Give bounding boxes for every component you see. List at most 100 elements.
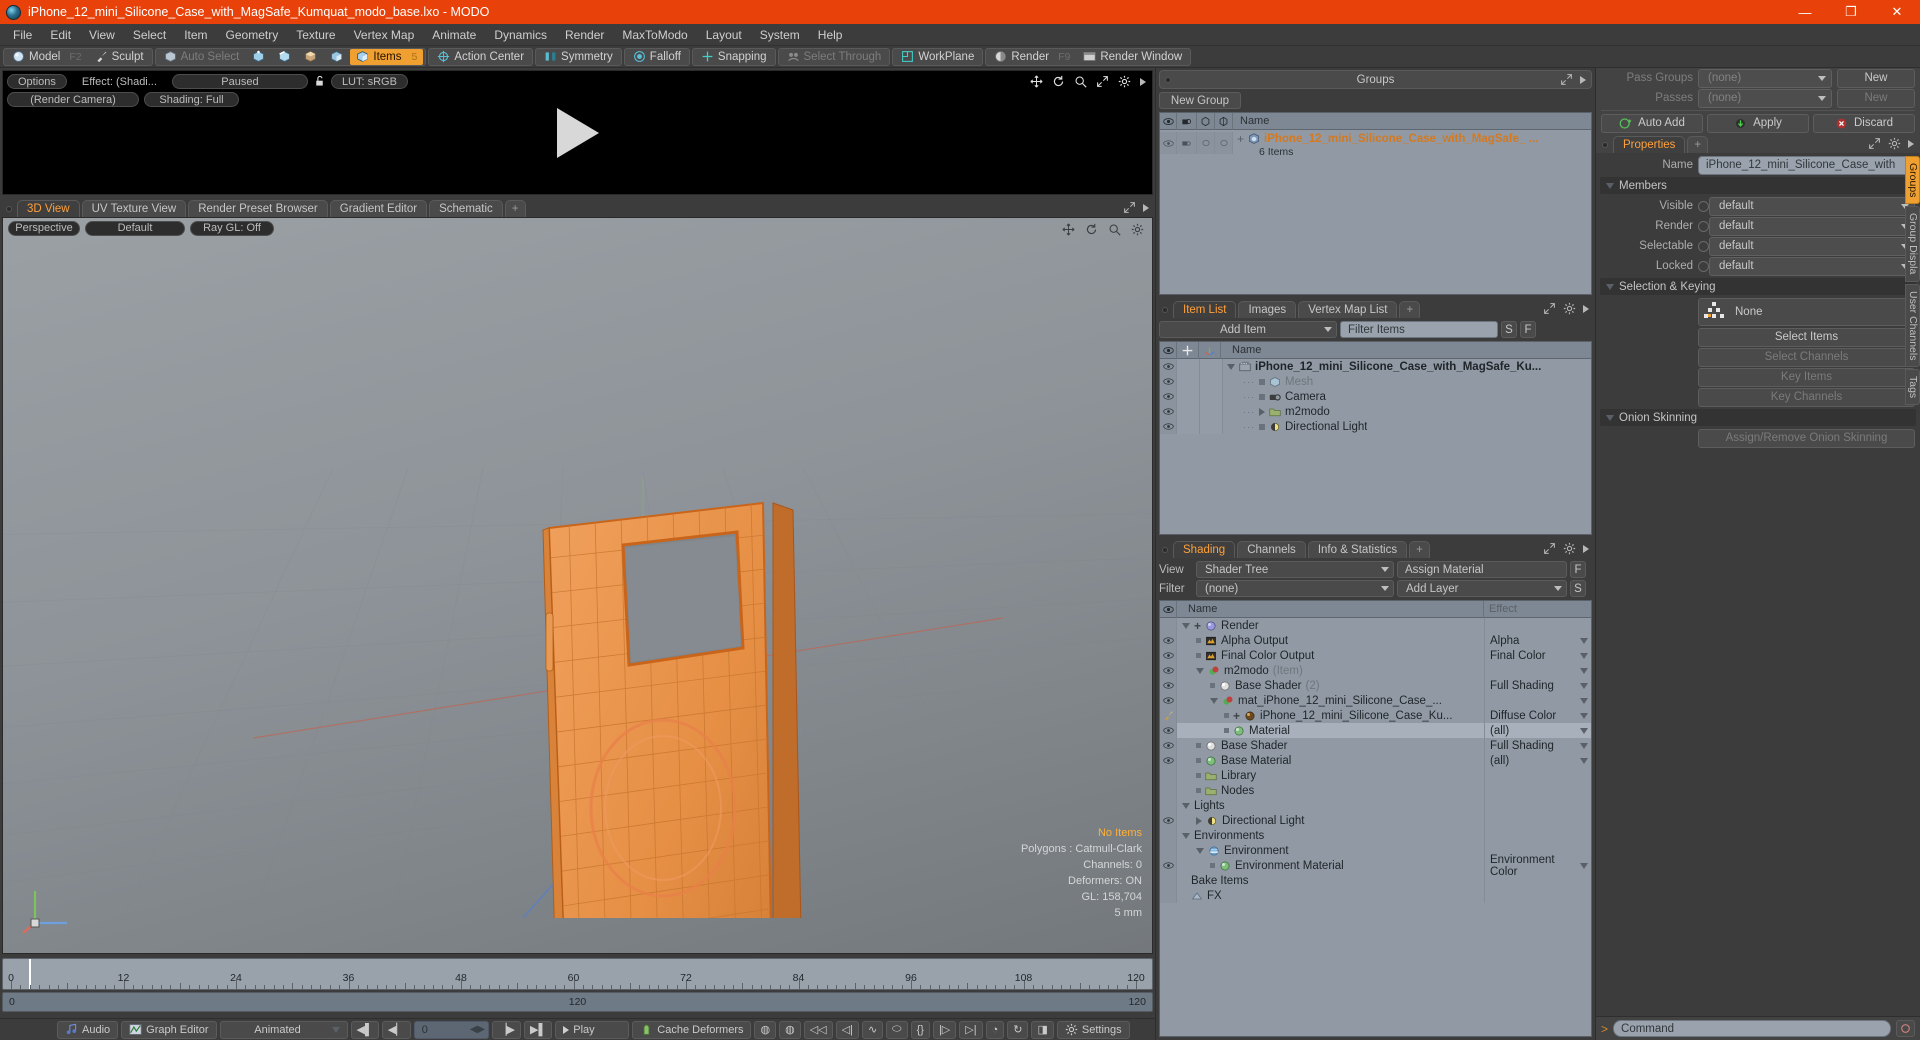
row-visibility-toggle[interactable] [1160, 783, 1177, 798]
passes-dropdown[interactable]: (none) [1698, 88, 1832, 108]
tab-images[interactable]: Images [1238, 301, 1297, 318]
toolbar-button-model[interactable]: Model F2 [6, 49, 88, 65]
menu-item-vertex-map[interactable]: Vertex Map [345, 26, 424, 44]
apply-button[interactable]: Apply [1707, 113, 1809, 133]
add-layer-dropdown[interactable]: Add Layer [1397, 580, 1567, 597]
select-items-button[interactable]: Select Items [1698, 327, 1915, 347]
row-transform-cell[interactable] [1177, 389, 1200, 404]
gear-icon[interactable] [1118, 75, 1131, 88]
tab-schematic[interactable]: Schematic [429, 200, 503, 217]
select-icon[interactable] [1215, 112, 1233, 130]
vertical-tab-user-channels[interactable]: User Channels [1905, 283, 1920, 368]
member-dropdown[interactable]: default [1709, 216, 1915, 236]
eye-icon[interactable] [1160, 341, 1177, 359]
shader-layer-name[interactable]: iPhone_12_mini_Silicone_Case_Ku... [1260, 710, 1452, 722]
row-visibility-toggle[interactable] [1160, 633, 1177, 648]
expand-plus-icon[interactable]: + [1233, 709, 1240, 723]
row-lock-toggle[interactable] [1197, 132, 1215, 154]
go-to-start-button[interactable]: ◀▌ [350, 1020, 379, 1039]
shader-tree-row[interactable]: Base Shader (2) Full Shading [1160, 678, 1591, 693]
member-override-toggle[interactable] [1698, 240, 1709, 252]
shader-tree-row[interactable]: + iPhone_12_mini_Silicone_Case_Ku... Diffu… [1160, 708, 1591, 723]
chevron-down-icon[interactable] [1210, 697, 1218, 704]
tab-channels[interactable]: Channels [1237, 541, 1306, 558]
shader-tree-row[interactable]: Nodes [1160, 783, 1591, 798]
item-list-row[interactable]: ··· Directional Light [1160, 419, 1591, 434]
vertical-tab-group-displa[interactable]: Group Displa [1905, 206, 1920, 282]
row-select-toggle[interactable] [1215, 132, 1233, 154]
row-visibility-toggle[interactable] [1160, 798, 1177, 813]
tab-render-preset-browser[interactable]: Render Preset Browser [188, 200, 328, 217]
shader-layer-name[interactable]: FX [1207, 890, 1222, 902]
groups-list[interactable]: Name + iPhone_12_mini_Silicone_Case_with… [1159, 112, 1592, 295]
row-visibility-toggle[interactable] [1160, 843, 1177, 858]
fit-icon[interactable] [1123, 201, 1136, 214]
panel-handle-icon[interactable] [1162, 307, 1168, 313]
shader-effect-cell[interactable] [1484, 693, 1591, 708]
row-visibility-toggle[interactable] [1160, 888, 1177, 903]
tab-gradient-editor[interactable]: Gradient Editor [329, 200, 428, 217]
chevron-down-icon[interactable] [1580, 682, 1588, 689]
new-group-button[interactable]: New Group [1159, 92, 1241, 109]
prev-frame-button[interactable]: ◀▏ [381, 1020, 411, 1039]
command-record-button[interactable] [1896, 1020, 1915, 1037]
row-axis-cell[interactable] [1200, 374, 1223, 389]
menu-item-layout[interactable]: Layout [697, 26, 751, 44]
row-visibility-toggle[interactable] [1160, 359, 1177, 374]
item-name[interactable]: iPhone_12_mini_Silicone_Case_with_MagSaf… [1255, 361, 1541, 373]
chevron-down-icon[interactable] [1580, 862, 1588, 869]
row-visibility-toggle[interactable] [1160, 419, 1177, 434]
toolbar-button-falloff[interactable]: Falloff [627, 49, 687, 65]
fit-icon[interactable] [1543, 542, 1556, 555]
toolbar-button-items[interactable]: Items 5 [350, 48, 424, 65]
frame-stepper-arrows[interactable]: ◀▶ [467, 1024, 488, 1035]
shader-view-dropdown[interactable]: Shader Tree [1196, 561, 1394, 578]
shader-layer-name[interactable]: Material [1249, 725, 1290, 737]
row-transform-cell[interactable] [1177, 359, 1200, 374]
prev-key-button[interactable]: ◁◁ [803, 1020, 833, 1039]
viewport-3d[interactable]: Perspective Default Ray GL: Off No Items… [2, 217, 1153, 954]
row-visibility-toggle[interactable] [1160, 813, 1177, 828]
toolbar-button-symmetry[interactable]: Symmetry [538, 49, 619, 65]
row-visibility-toggle[interactable] [1160, 828, 1177, 843]
command-input[interactable]: Command [1613, 1020, 1891, 1037]
shader-layer-name[interactable]: Bake Items [1191, 875, 1249, 887]
shader-tree-row[interactable]: Base Material (all) [1160, 753, 1591, 768]
chevron-right-icon[interactable] [1580, 75, 1586, 84]
chevron-down-icon[interactable] [1580, 757, 1588, 764]
assign-material-button[interactable]: Assign Material [1397, 561, 1567, 578]
render-paused-button[interactable]: Paused [171, 74, 308, 89]
group-name-input[interactable]: iPhone_12_mini_Silicone_Case_with [1698, 155, 1915, 175]
shader-layer-name[interactable]: Lights [1194, 800, 1225, 812]
toolbar-button-render[interactable]: Render F9 [988, 49, 1076, 65]
row-visibility-toggle[interactable] [1160, 738, 1177, 753]
shader-layer-name[interactable]: Alpha Output [1221, 635, 1288, 647]
maximize-button[interactable]: ❐ [1828, 0, 1874, 24]
toolbar-button-material-mode[interactable] [324, 49, 349, 65]
key-a-button[interactable]: ◔ [985, 1020, 1005, 1039]
chevron-down-icon[interactable] [1196, 847, 1204, 854]
shader-layer-name[interactable]: mat_iPhone_12_mini_Silicone_Case_... [1238, 695, 1442, 707]
viewport-style-button[interactable]: Default [85, 220, 185, 236]
key-lock-button[interactable]: ◨ [1031, 1020, 1054, 1039]
viewport-raygl-button[interactable]: Ray GL: Off [190, 220, 274, 236]
chevron-right-icon[interactable] [1196, 816, 1202, 825]
zoom-icon[interactable] [1074, 75, 1087, 88]
row-eye-toggle[interactable] [1160, 132, 1177, 154]
chevron-right-icon[interactable] [1908, 139, 1914, 148]
shader-layer-name[interactable]: Base Shader [1221, 740, 1288, 752]
play-triangle-icon[interactable] [556, 107, 599, 158]
key-ellipse-button[interactable]: ⬭ [886, 1020, 908, 1039]
refresh-icon[interactable] [1052, 75, 1065, 88]
chevron-down-icon[interactable] [1182, 832, 1190, 839]
toolbar-button-auto-select[interactable]: Auto Select [158, 49, 246, 65]
audio-button[interactable]: Audio [57, 1020, 119, 1039]
toolbar-button-vertex-mode[interactable] [246, 49, 271, 65]
toolbar-button-snapping[interactable]: Snapping [695, 49, 773, 65]
panel-handle-icon[interactable] [1602, 142, 1608, 148]
shader-effect-cell[interactable]: Alpha [1484, 633, 1591, 648]
fit-icon[interactable] [1096, 75, 1109, 88]
render-icon[interactable] [1177, 112, 1197, 130]
transform-icon[interactable] [1177, 341, 1199, 359]
timeline[interactable]: 0 12 24 36 48 60 72 84 96 108 120 0 120 120 [0, 956, 1155, 1018]
